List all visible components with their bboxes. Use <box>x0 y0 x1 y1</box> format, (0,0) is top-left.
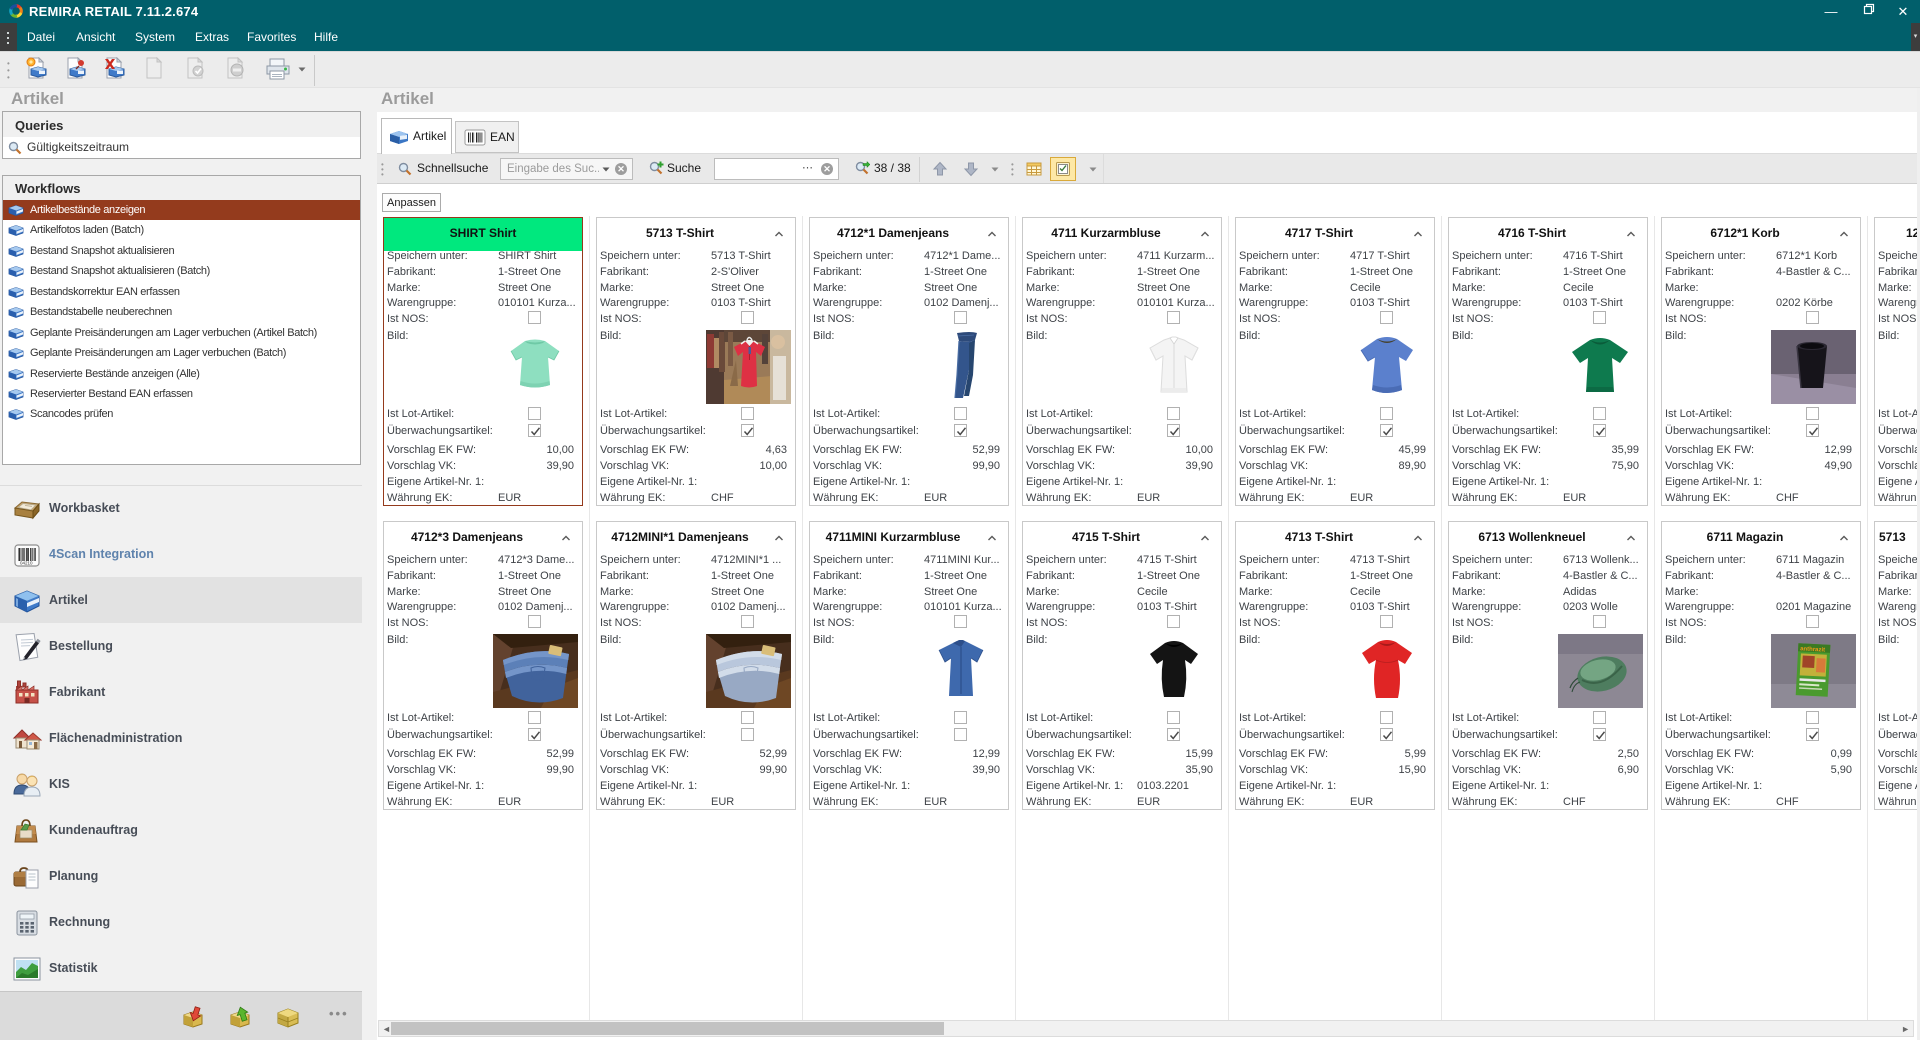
svg-text:04210: 04210 <box>20 561 33 566</box>
